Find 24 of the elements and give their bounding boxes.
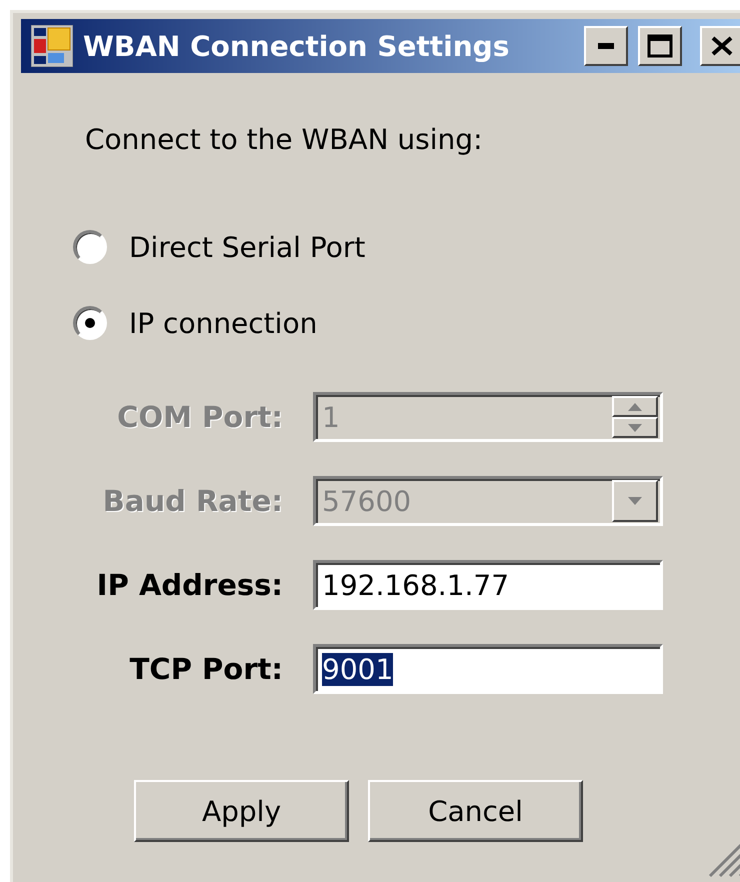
- apply-button[interactable]: Apply: [134, 780, 349, 842]
- input-field[interactable]: 9001: [313, 644, 663, 694]
- minimize-button[interactable]: [584, 26, 628, 66]
- app-icon: [31, 25, 73, 67]
- field-label: COM Port:: [117, 400, 283, 434]
- cancel-button[interactable]: Cancel: [368, 780, 583, 842]
- up-arrow-icon: [628, 402, 642, 410]
- maximize-icon: [647, 34, 673, 58]
- minimize-icon: [598, 43, 614, 49]
- input-field[interactable]: 192.168.1.77: [313, 560, 663, 610]
- field-label: Baud Rate:: [102, 484, 283, 518]
- down-arrow-icon: [628, 497, 642, 505]
- field-label: IP Address:: [96, 568, 283, 602]
- prompt-text: Connect to the WBAN using:: [85, 123, 484, 156]
- radio-button[interactable]: [73, 230, 107, 264]
- radio-button[interactable]: [73, 306, 107, 340]
- field-label: TCP Port:: [130, 652, 283, 686]
- down-arrow-icon: [628, 424, 642, 432]
- close-icon: [711, 36, 733, 56]
- radio-option[interactable]: IP connection: [73, 306, 740, 340]
- radio-option[interactable]: Direct Serial Port: [73, 230, 740, 264]
- window-title: WBAN Connection Settings: [83, 30, 510, 62]
- maximize-button[interactable]: [638, 26, 682, 66]
- close-button[interactable]: [700, 26, 740, 66]
